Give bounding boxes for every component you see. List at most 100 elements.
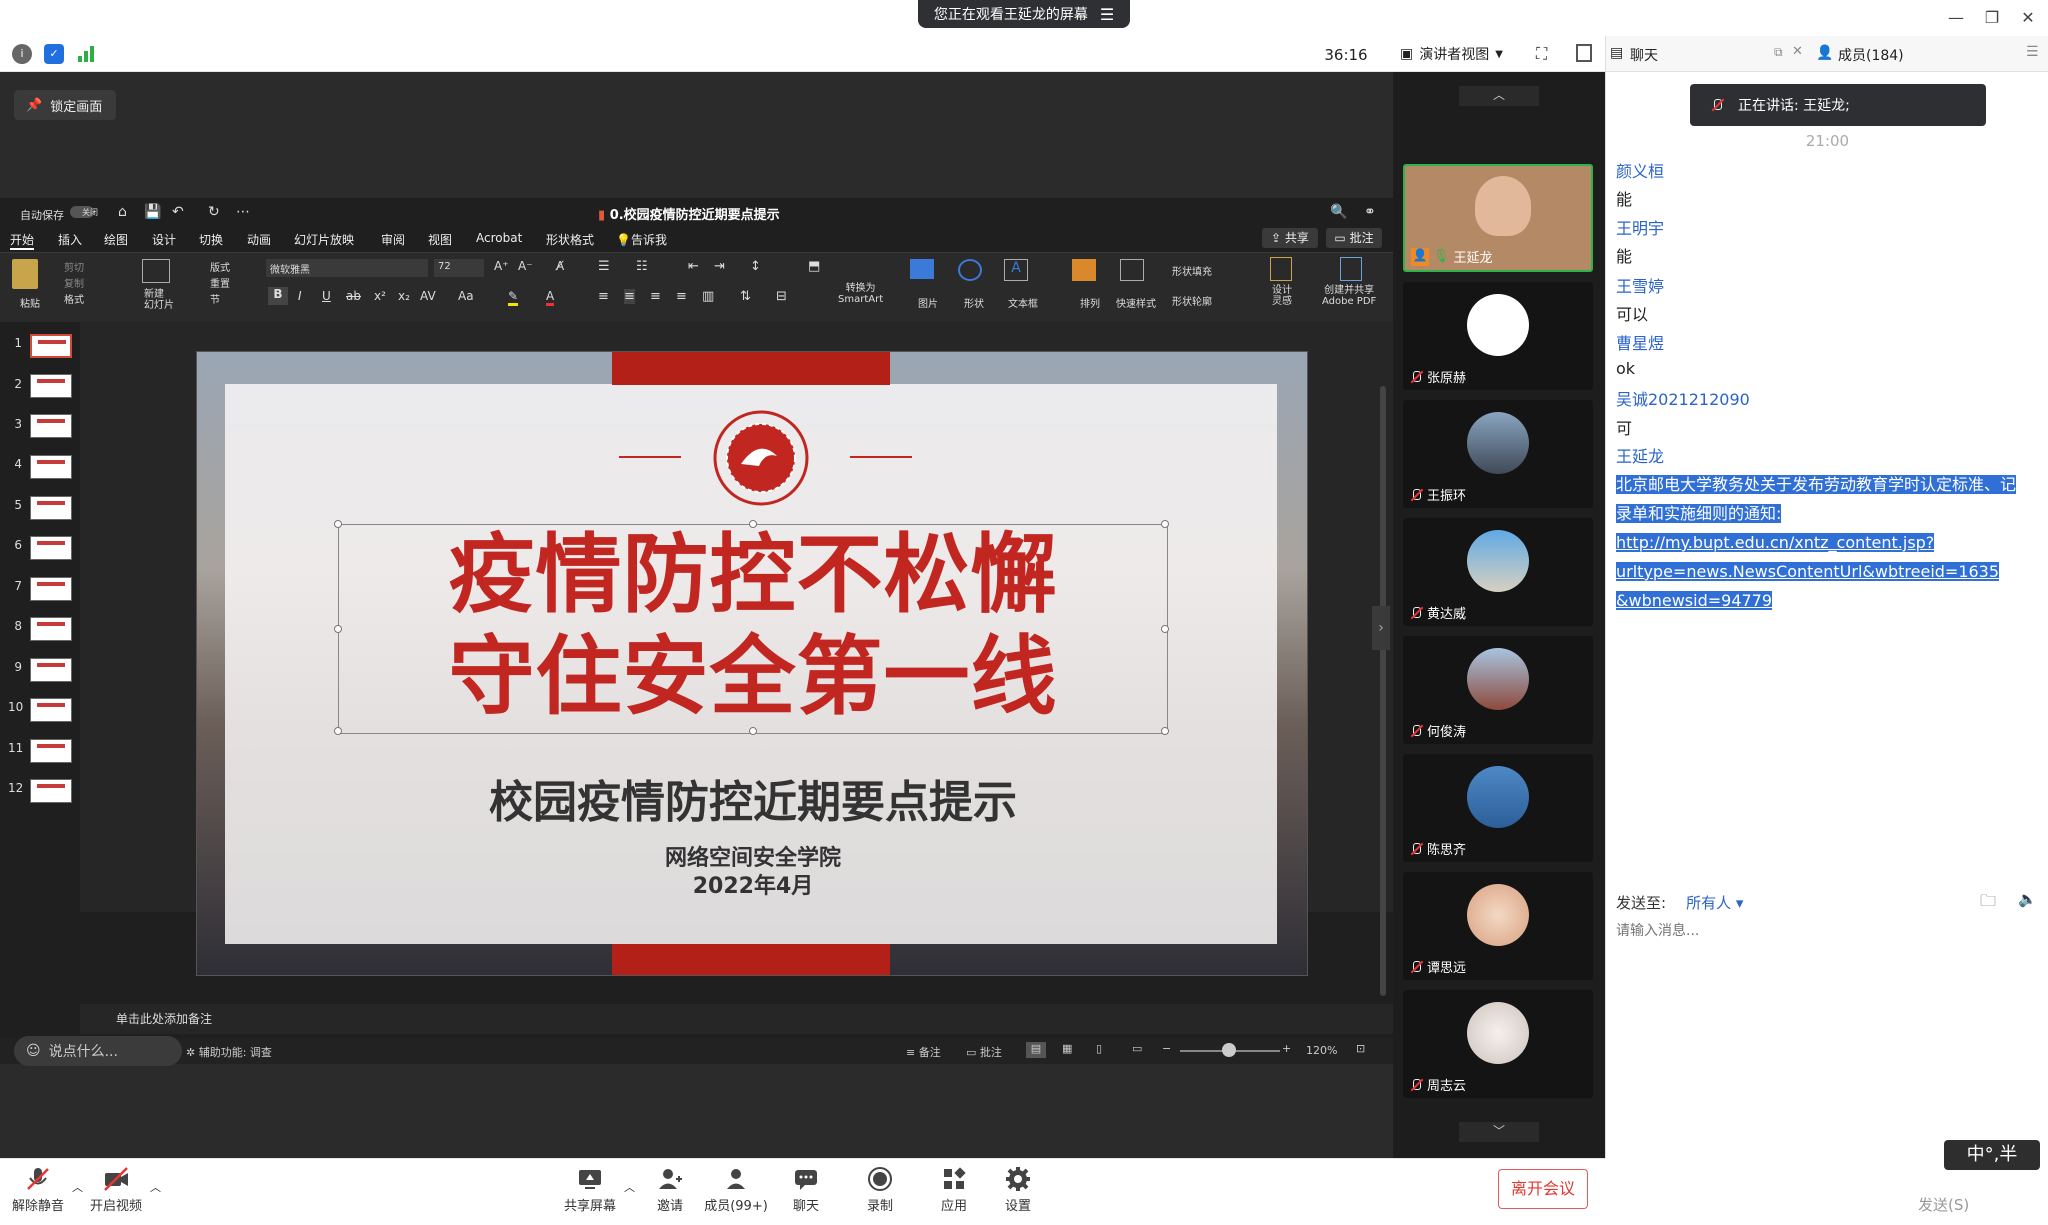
underline-icon[interactable]: U (322, 289, 331, 303)
resize-handle[interactable] (334, 625, 342, 633)
slide-subtitle[interactable]: 校园疫情防控近期要点提示 (197, 766, 1307, 830)
tab-tell-me[interactable]: 💡告诉我 (616, 231, 667, 248)
participant-tile[interactable]: 张原赫 (1403, 282, 1593, 390)
close-icon[interactable]: ✕ (2016, 6, 2040, 30)
arrange-icon[interactable] (1072, 259, 1096, 281)
menu-icon[interactable]: ☰ (1100, 5, 1114, 24)
speaker-icon[interactable]: 🔈 (2018, 890, 2037, 908)
share-screen-button[interactable]: 共享屏幕 (556, 1165, 624, 1214)
participant-tile[interactable]: 周志云 (1403, 990, 1593, 1098)
share-options-icon[interactable]: ︿ (624, 1179, 635, 1195)
slideshow-view-icon[interactable]: ▭ (1132, 1042, 1142, 1055)
participant-tile[interactable]: 谭思远 (1403, 872, 1593, 980)
tab-home[interactable]: 开始 (10, 231, 35, 250)
members-button[interactable]: 成员(99+) (702, 1165, 770, 1214)
zoom-level[interactable]: 120% (1306, 1044, 1337, 1057)
slide[interactable]: 疫情防控不松懈 守住安全第一线 校园疫情防控近期要点提示 网络空间安全学院 20… (196, 351, 1308, 976)
slide-organization[interactable]: 网络空间安全学院 2022年4月 (197, 845, 1307, 901)
tab-transitions[interactable]: 切换 (199, 231, 223, 248)
participant-tile[interactable]: 王振环 (1403, 400, 1593, 508)
cut-button[interactable]: 剪切 (64, 259, 84, 274)
search-icon[interactable]: 🔍 (1330, 204, 1347, 220)
format-painter-button[interactable]: 格式 (64, 291, 84, 306)
share-button[interactable]: ⇪ 共享 (1262, 228, 1318, 248)
settings-button[interactable]: 设置 (984, 1165, 1052, 1214)
info-icon[interactable]: i (12, 44, 32, 64)
line-spacing-icon[interactable]: ↕ (750, 259, 761, 274)
restore-icon[interactable]: ❐ (1980, 6, 2004, 30)
tab-slideshow[interactable]: 幻灯片放映 (294, 231, 354, 248)
resize-handle[interactable] (1161, 625, 1169, 633)
italic-icon[interactable]: I (298, 289, 302, 303)
scroll-up-icon[interactable]: ︿ (1459, 86, 1539, 106)
send-to-select[interactable]: 所有人 ▾ (1686, 892, 1743, 913)
participant-tile[interactable]: 陈思齐 (1403, 754, 1593, 862)
chat-link[interactable]: urltype=news.NewsContentUrl&wbtreeid=163… (1616, 562, 2000, 581)
highlight-icon[interactable]: ✎ (508, 289, 519, 306)
sidebar-toggle-icon[interactable] (1576, 44, 1592, 62)
close-chat-icon[interactable]: ✕ (1792, 44, 1803, 59)
font-shrink-icon[interactable]: A⁻ (518, 259, 533, 273)
font-color-icon[interactable]: A (546, 289, 555, 306)
chat-message-highlighted[interactable]: 北京邮电大学教务处关于发布劳动教育学时认定标准、记 录单和实施细则的通知: ht… (1616, 470, 2036, 615)
text-direction-icon[interactable]: ⇅ (740, 289, 751, 304)
new-slide-icon[interactable] (142, 259, 170, 283)
popout-icon[interactable]: ⧉ (1774, 45, 1783, 60)
start-video-button[interactable]: 开启视频 (82, 1165, 150, 1214)
indent-icon[interactable]: ⇤ (688, 259, 699, 274)
slide-thumbnail[interactable] (30, 698, 72, 722)
layout-button[interactable]: 版式 (210, 259, 230, 274)
align-center-icon[interactable]: ≡ (624, 289, 635, 304)
char-spacing-icon[interactable]: AV (420, 289, 436, 303)
scroll-down-icon[interactable]: ﹀ (1459, 1122, 1539, 1142)
panel-menu-icon[interactable]: ☰ (2026, 44, 2039, 60)
justify-icon[interactable]: ≡ (676, 289, 687, 304)
chat-sender[interactable]: 颜义桓 (1616, 158, 1664, 182)
floating-input[interactable]: ☺ 说点什么... (14, 1036, 182, 1066)
slide-thumbnail[interactable] (30, 374, 72, 398)
slide-thumbnail[interactable] (30, 739, 72, 763)
tab-insert[interactable]: 插入 (58, 231, 82, 248)
clear-format-icon[interactable]: A̸ (556, 259, 564, 273)
slide-thumbnail[interactable] (30, 577, 72, 601)
smartart-label[interactable]: 转换为 SmartArt (838, 283, 883, 305)
chat-sender[interactable]: 王明宇 (1616, 215, 1664, 239)
comments-button[interactable]: ▭ 批注 (1326, 228, 1382, 248)
chat-sender[interactable]: 曹星煜 (1616, 330, 1664, 354)
resize-handle[interactable] (1161, 520, 1169, 528)
tab-review[interactable]: 审阅 (381, 231, 405, 248)
minimize-icon[interactable]: — (1944, 6, 1968, 30)
quick-styles-icon[interactable] (1120, 259, 1144, 281)
shape-outline-button[interactable]: 形状轮廓 (1172, 293, 1212, 308)
lock-screen-button[interactable]: 📌 锁定画面 (14, 90, 116, 120)
save-icon[interactable]: 💾 (144, 204, 161, 220)
copy-button[interactable]: 复制 (64, 275, 84, 290)
textbox-icon[interactable]: A (1004, 259, 1028, 281)
slide-scrollbar[interactable] (1380, 386, 1386, 996)
tab-shape-format[interactable]: 形状格式 (546, 231, 594, 248)
ime-indicator[interactable]: 中°,半 (1944, 1140, 2040, 1170)
fullscreen-icon[interactable]: ⛶ (1536, 44, 1547, 64)
bullets-icon[interactable]: ☰ (598, 259, 610, 274)
resize-handle[interactable] (1161, 727, 1169, 735)
reading-view-icon[interactable]: ▯ (1096, 1042, 1102, 1055)
chat-link[interactable]: &wbnewsid=94779 (1616, 591, 1773, 610)
slide-thumbnail[interactable] (30, 658, 72, 682)
chat-tab[interactable]: 聊天 (1630, 45, 1658, 65)
notes-pane[interactable]: 单击此处添加备注 (80, 1004, 1393, 1034)
shape-icon[interactable] (958, 259, 982, 281)
columns-icon[interactable]: ▥ (702, 289, 714, 304)
slide-thumbnail[interactable] (30, 334, 72, 358)
smartart-icon[interactable]: ⬒ (808, 259, 820, 274)
undo-icon[interactable]: ↶ (172, 204, 184, 220)
fit-slide-icon[interactable]: ⊡ (1356, 1042, 1365, 1055)
designer-icon[interactable] (1270, 257, 1292, 281)
notes-toggle[interactable]: ≡ 备注 (906, 1044, 941, 1060)
shape-fill-button[interactable]: 形状填充 (1172, 263, 1212, 278)
participant-tile[interactable]: 👤 🎙 王延龙 (1403, 164, 1593, 272)
font-select[interactable]: 微软雅黑 (266, 259, 428, 277)
adobe-pdf-icon[interactable] (1340, 257, 1362, 281)
members-tab[interactable]: 成员(184) (1838, 45, 1904, 65)
comments-toggle[interactable]: ▭ 批注 (966, 1044, 1002, 1060)
chat-link[interactable]: http://my.bupt.edu.cn/xntz_content.jsp? (1616, 533, 1935, 552)
